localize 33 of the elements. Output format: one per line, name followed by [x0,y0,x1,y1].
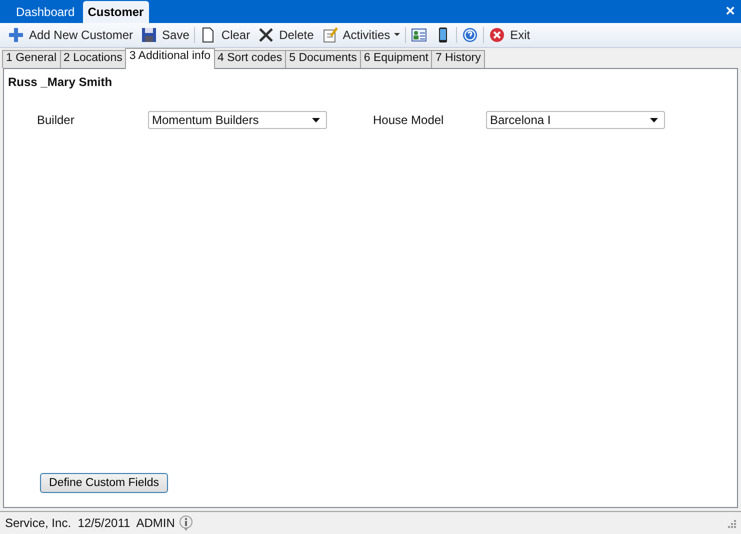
toolbar-button[interactable]: Activities [318,25,404,45]
tab[interactable]: 5 Documents [285,50,361,68]
caret-icon [650,118,658,122]
toolbar-button[interactable]: Save [137,25,194,45]
caret-icon [394,33,400,37]
tab[interactable]: 7 History [431,50,485,68]
toolbar-button[interactable]: Exit [485,25,534,45]
exit-icon [489,27,506,43]
tab[interactable]: 4 Sort codes [214,50,286,68]
document-tab[interactable]: Dashboard [8,1,83,23]
notepad-icon [322,27,338,43]
toolbar-button[interactable]: Clear [196,25,254,45]
tab[interactable]: 2 Locations [60,50,126,68]
plus-icon [8,27,24,43]
field-label: House Model [373,113,445,127]
toolbar-button[interactable]: Delete [254,25,318,45]
field-label: Builder [37,113,76,127]
tab[interactable]: 1 General [2,50,61,68]
tab[interactable]: 3 Additional info [125,48,215,69]
dropdown-field[interactable]: Momentum Builders [148,111,327,129]
status-text: Service, Inc. 12/5/2011 ADMIN [5,516,175,530]
page-icon [200,27,216,43]
toolbar-button[interactable]: Add New Customer [4,25,138,45]
caret-icon [312,118,320,122]
cross-icon [258,27,274,43]
close-button[interactable]: × [726,4,735,20]
document-tab[interactable]: Customer [82,1,149,23]
customer-name: Russ _Mary Smith [8,75,114,89]
define-custom-fields-button[interactable]: Define Custom Fields [40,473,168,493]
dropdown-field[interactable]: Barcelona I [486,111,665,129]
tab[interactable]: 6 Equipment [360,50,432,68]
info-icon [178,515,194,531]
resize-grip-icon[interactable] [726,518,736,528]
